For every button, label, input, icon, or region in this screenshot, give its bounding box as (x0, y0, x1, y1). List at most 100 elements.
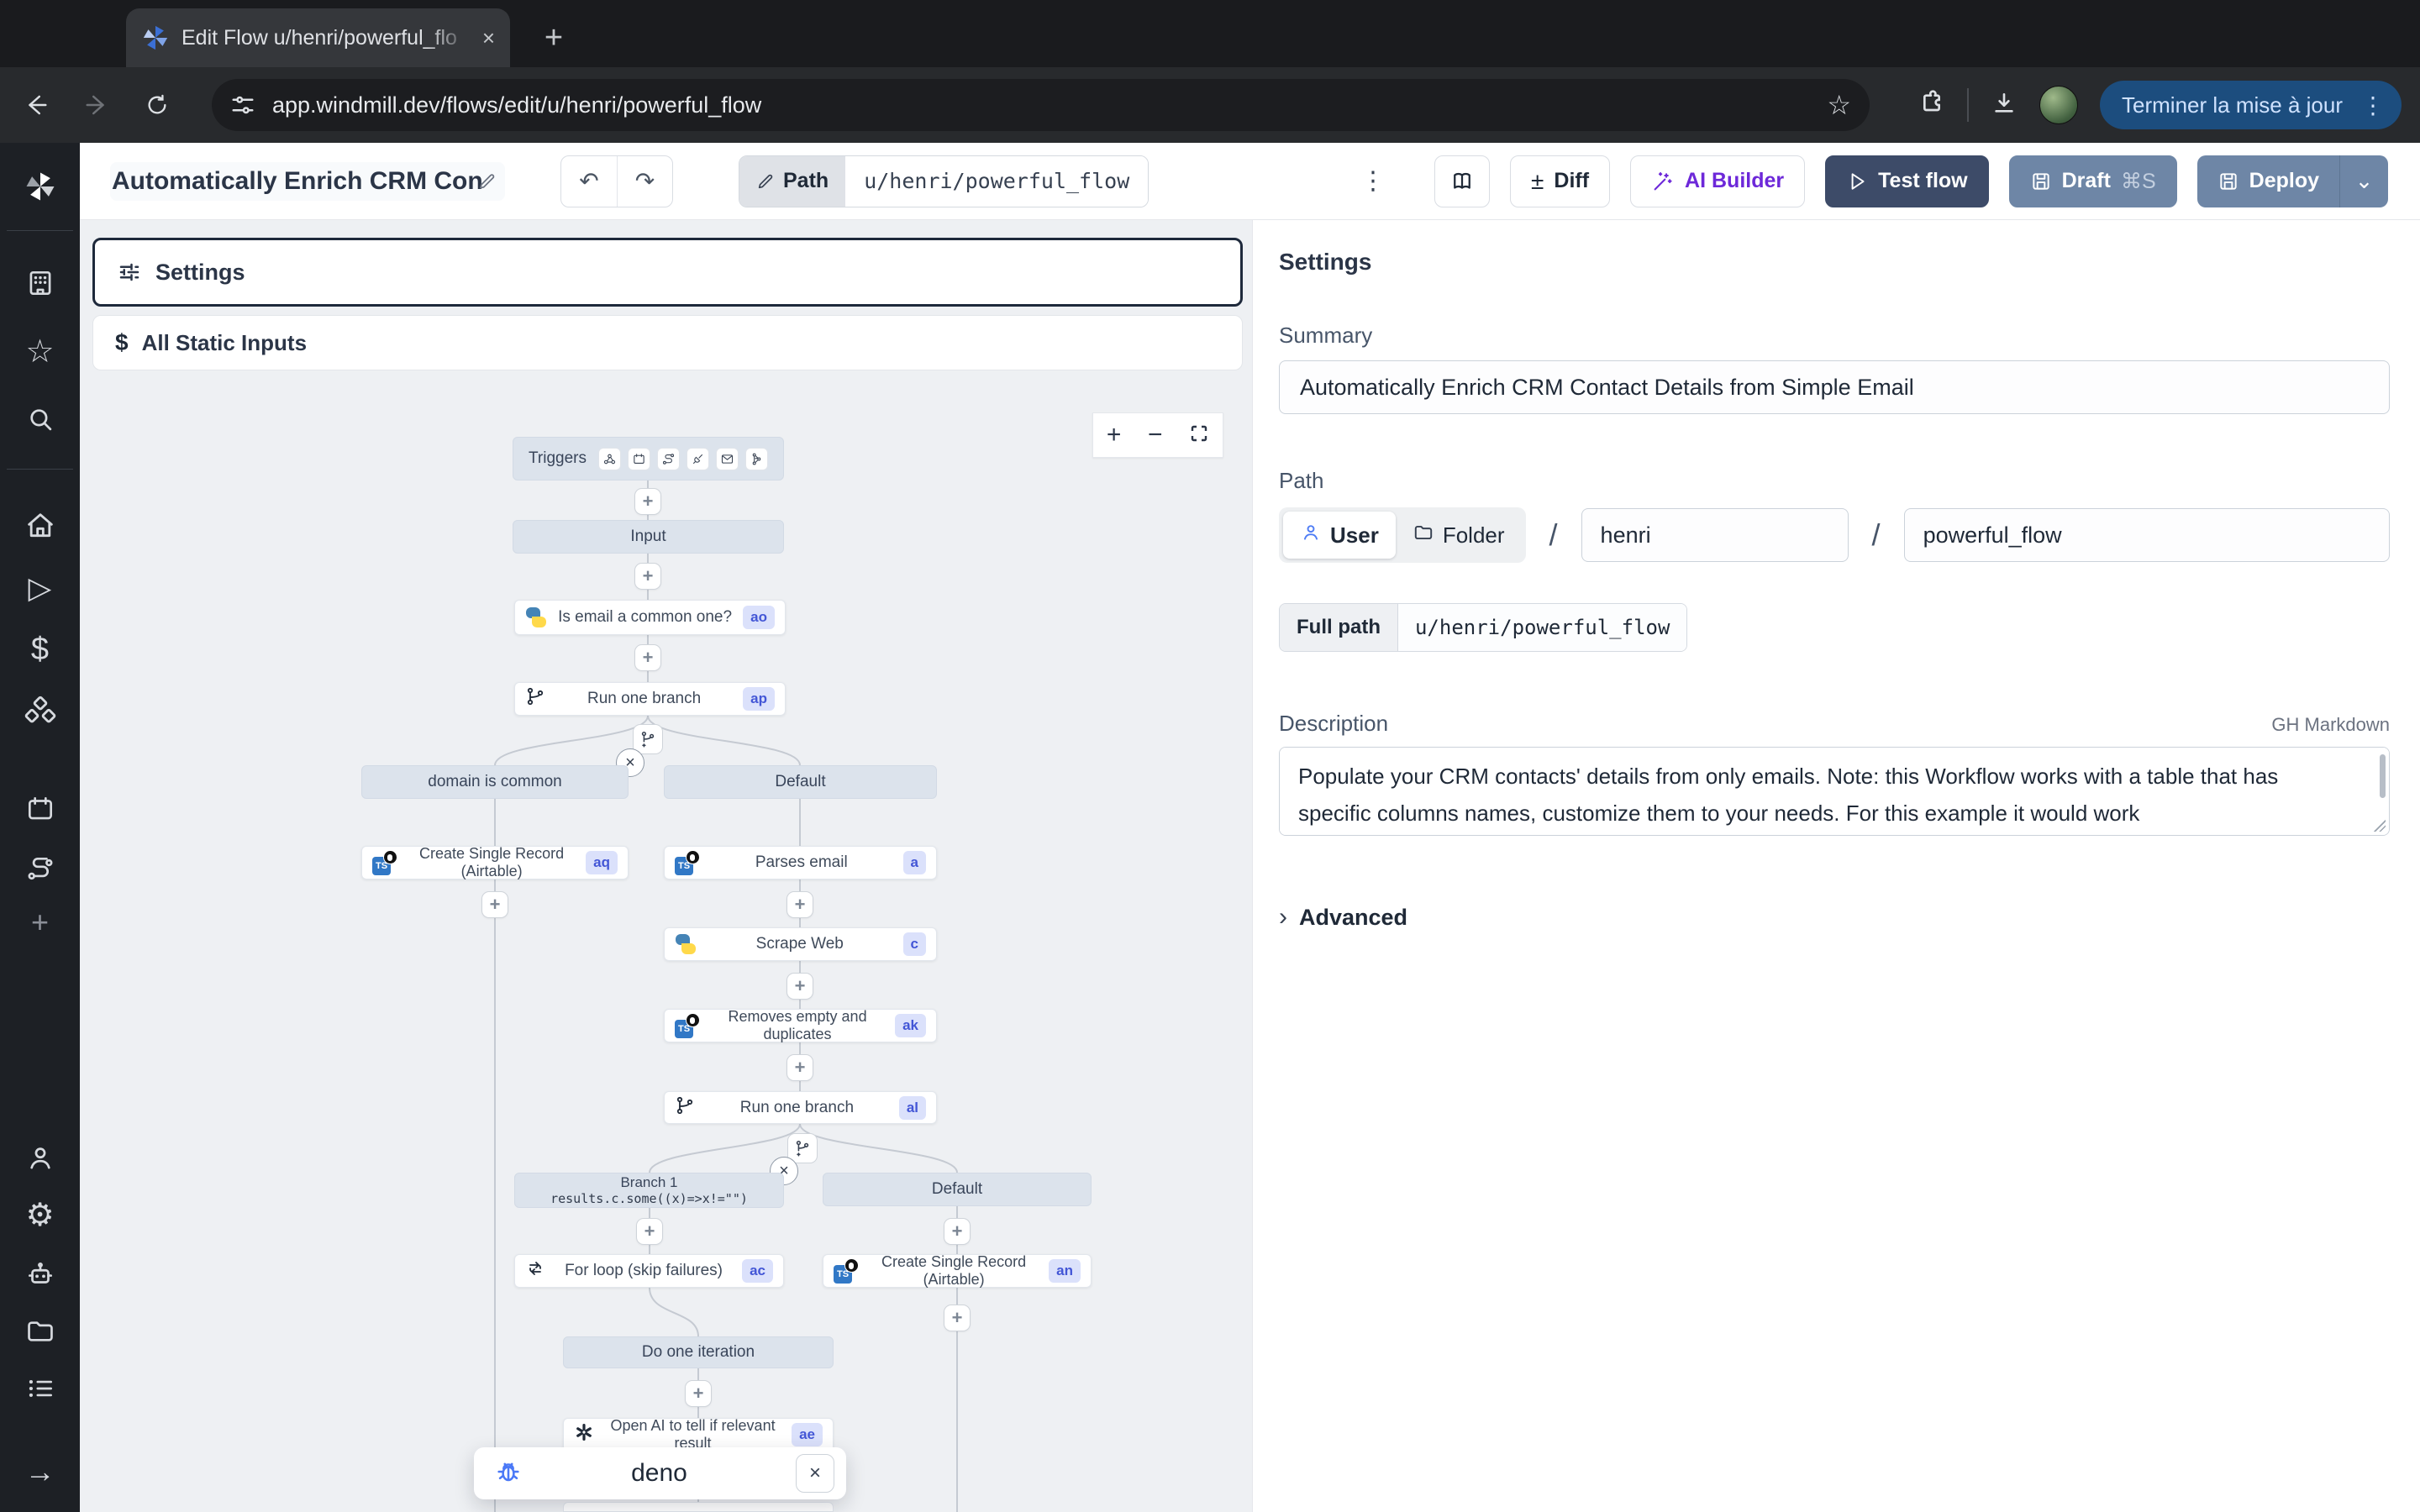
flow-node-input[interactable]: Input (513, 520, 784, 554)
draft-button[interactable]: Draft ⌘S (2009, 155, 2177, 207)
settings-gear-icon[interactable]: ⚙ (0, 1200, 80, 1231)
avatar[interactable] (2039, 86, 2078, 124)
redo-icon[interactable]: ↷ (617, 156, 672, 207)
sidebar-item-resources[interactable] (0, 694, 80, 727)
kafka-icon[interactable] (745, 448, 768, 470)
url-text[interactable]: app.windmill.dev/flows/edit/u/henri/powe… (272, 92, 1827, 118)
sidebar-item-schedules[interactable] (0, 793, 80, 825)
flow-branch-default-2[interactable]: Default (823, 1173, 1092, 1206)
flow-node-parses-email[interactable]: TS Parses email a (664, 846, 937, 879)
close-icon[interactable]: × (796, 1454, 834, 1493)
path-label: Path (1279, 468, 2390, 494)
flow-node-triggers[interactable]: Triggers (513, 437, 784, 480)
toggle-folder[interactable]: Folder (1396, 512, 1522, 559)
flow-node-email-check[interactable]: Is email a common one? ao (514, 600, 786, 635)
browser-tab[interactable]: Edit Flow u/henri/powerful_flo × (126, 8, 510, 67)
sidebar-item-home[interactable] (0, 509, 80, 543)
flow-node-do-one-iteration[interactable]: Do one iteration (563, 1336, 834, 1368)
new-tab-icon[interactable]: + (531, 15, 576, 60)
add-step-icon[interactable]: + (634, 644, 661, 671)
sidebar-item-workspace[interactable] (0, 267, 80, 299)
sidebar-item-workers[interactable] (0, 1258, 80, 1290)
kebab-icon[interactable]: ⋮ (1352, 166, 1394, 196)
add-step-icon[interactable]: + (944, 1218, 971, 1245)
add-step-icon[interactable]: + (634, 563, 661, 590)
flow-node-openai[interactable]: Open AI to tell if relevant result ae (563, 1418, 834, 1452)
description-label: Description (1279, 711, 1388, 737)
sidebar-item-logs[interactable] (0, 1373, 80, 1404)
resize-handle-icon[interactable] (2374, 820, 2386, 832)
expand-arrow-icon[interactable]: → (0, 1457, 80, 1487)
loop-icon (525, 1258, 545, 1284)
settings-heading: Settings (1279, 249, 2390, 276)
back-icon[interactable] (12, 81, 60, 129)
trigger-icons (598, 448, 768, 470)
sidebar-item-routes[interactable] (0, 853, 80, 885)
add-step-icon[interactable]: + (634, 488, 661, 515)
schedule-icon[interactable] (628, 448, 650, 470)
add-step-icon[interactable]: + (481, 891, 508, 918)
flow-node-for-loop[interactable]: For loop (skip failures) ac (514, 1254, 784, 1288)
add-step-icon[interactable]: + (944, 1305, 971, 1331)
webhook-icon[interactable] (598, 448, 621, 470)
bookmark-star-icon[interactable]: ☆ (1827, 89, 1851, 121)
ai-builder-button[interactable]: AI Builder (1630, 155, 1805, 207)
docs-book-button[interactable] (1434, 155, 1490, 207)
deploy-button[interactable]: Deploy (2197, 155, 2339, 207)
search-icon[interactable] (0, 403, 80, 435)
flow-node-create-record-2[interactable]: TS Create Single Record (Airtable) an (823, 1254, 1092, 1288)
extensions-icon[interactable] (1918, 90, 1945, 121)
download-icon[interactable] (1991, 90, 2018, 121)
scrollbar[interactable] (2380, 754, 2386, 798)
flow-node-run-branch-1[interactable]: Run one branch ap (514, 682, 786, 716)
email-icon[interactable] (716, 448, 739, 470)
test-flow-button[interactable]: Test flow (1825, 155, 1988, 207)
add-step-icon[interactable]: + (786, 1054, 813, 1081)
sidebar-item-folders[interactable] (0, 1315, 80, 1347)
reload-icon[interactable] (133, 81, 182, 129)
add-step-icon[interactable]: + (786, 973, 813, 1000)
sidebar-item-runs[interactable]: ▷ (0, 573, 80, 603)
advanced-toggle[interactable]: › Advanced (1279, 903, 2390, 932)
flow-node-removes-empty[interactable]: TS Removes empty and duplicates ak (664, 1009, 937, 1042)
path-owner-input[interactable] (1581, 508, 1849, 562)
edit-pencil-icon[interactable] (477, 171, 497, 192)
deno-tooltip-popup[interactable]: deno × (474, 1447, 846, 1499)
chevron-down-icon[interactable]: ⌄ (2339, 155, 2388, 207)
url-bar[interactable]: app.windmill.dev/flows/edit/u/henri/powe… (212, 79, 1870, 131)
sidebar-item-variables[interactable]: $ (0, 633, 80, 665)
add-step-icon[interactable]: + (786, 891, 813, 918)
windmill-logo[interactable] (0, 168, 80, 205)
save-icon (2030, 171, 2052, 192)
close-icon[interactable]: × (482, 27, 495, 49)
path-name-input[interactable] (1904, 508, 2390, 562)
path-chip[interactable]: Path u/henri/powerful_flow (739, 155, 1149, 207)
flow-branch-domain-is-common[interactable]: domain is common (361, 765, 629, 799)
windmill-favicon (141, 24, 170, 52)
flow-node-run-branch-2[interactable]: Run one branch al (664, 1091, 937, 1124)
toggle-user[interactable]: User (1283, 512, 1396, 559)
full-path-label: Full path (1280, 604, 1398, 651)
undo-icon[interactable]: ↶ (561, 156, 617, 207)
flow-settings-panel: Settings Summary Path User Folder / / Fu… (1252, 220, 2420, 1512)
browser-update-button[interactable]: Terminer la mise à jour ⋮ (2100, 81, 2402, 129)
flow-branch-1[interactable]: Branch 1 results.c.some((x)=>x!="") (514, 1173, 784, 1208)
flow-title[interactable]: Automatically Enrich CRM Contact (110, 162, 505, 201)
wand-icon (1651, 170, 1675, 193)
description-textarea[interactable]: Populate your CRM contacts' details from… (1280, 748, 2389, 835)
flow-branch-default-1[interactable]: Default (664, 765, 937, 799)
sidebar-item-user[interactable] (0, 1142, 80, 1174)
sidebar-item-favorites[interactable]: ☆ (0, 336, 80, 368)
flow-node-create-record-1[interactable]: TS Create Single Record (Airtable) aq (361, 846, 629, 879)
page-title[interactable]: Automatically Enrich CRM Contact (112, 167, 482, 196)
summary-input[interactable] (1279, 360, 2390, 414)
add-step-icon[interactable]: + (636, 1218, 663, 1245)
flow-node-scrape-web[interactable]: Scrape Web c (664, 927, 937, 961)
kebab-icon[interactable]: ⋮ (2354, 92, 2391, 119)
route-icon[interactable] (657, 448, 680, 470)
websocket-icon[interactable] (687, 448, 709, 470)
diff-button[interactable]: ± Diff (1510, 155, 1610, 207)
tune-icon[interactable] (230, 92, 255, 118)
plus-icon[interactable]: + (0, 907, 80, 937)
add-step-icon[interactable]: + (685, 1380, 712, 1407)
